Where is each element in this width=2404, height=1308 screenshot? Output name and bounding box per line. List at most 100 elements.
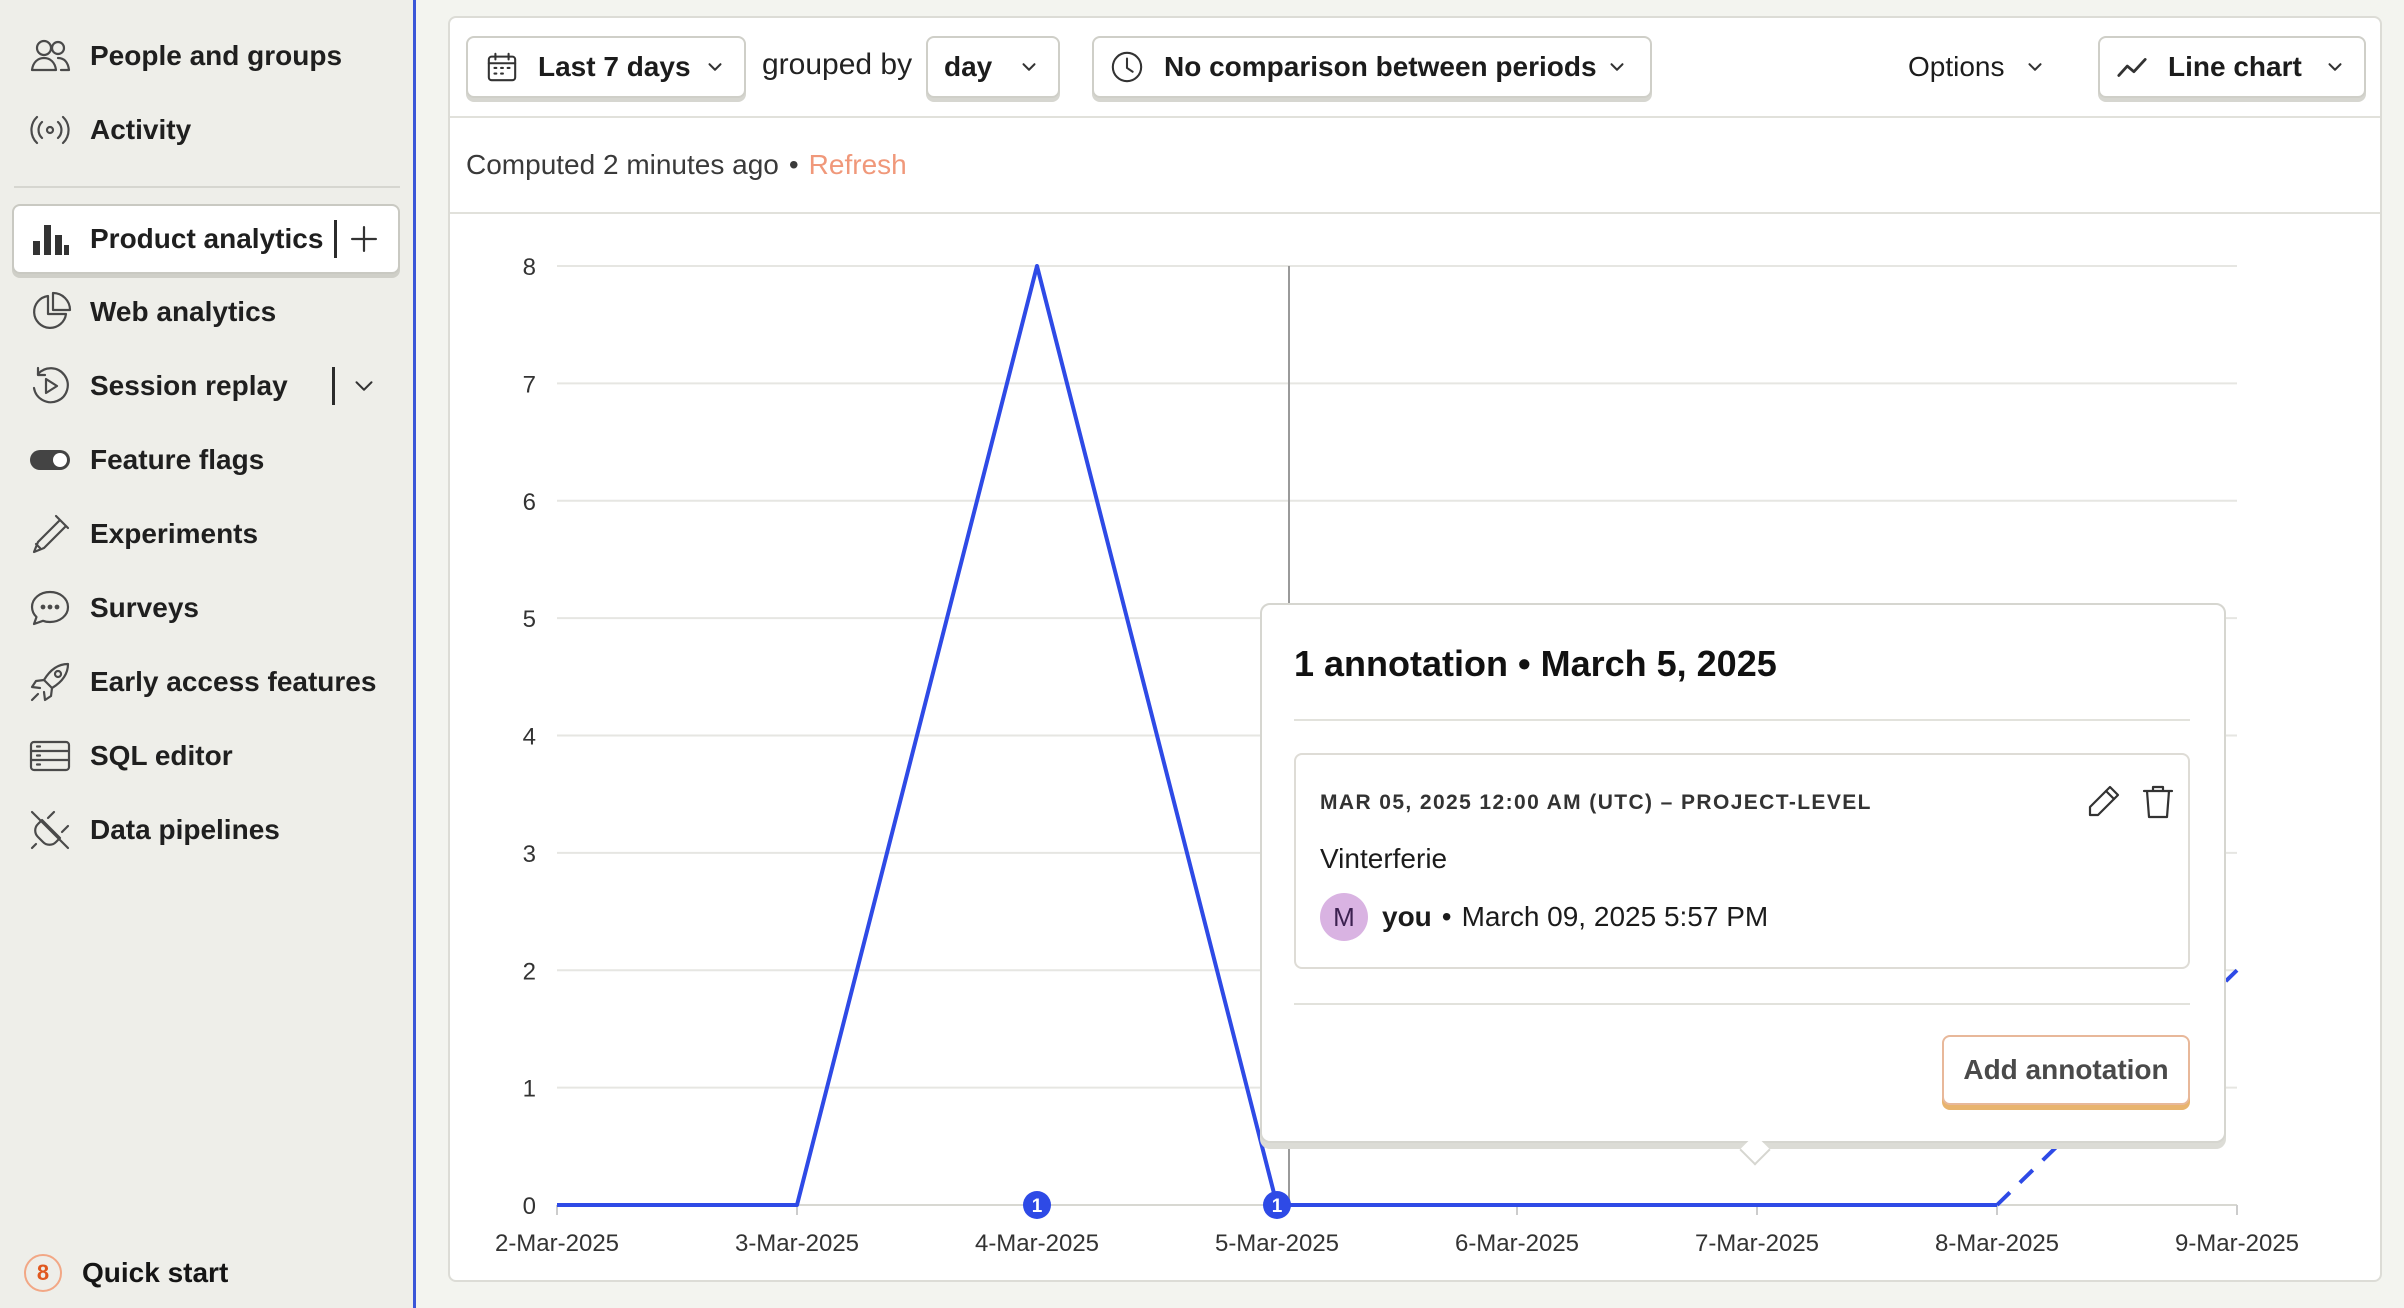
sidebar-item-label: Web analytics bbox=[90, 296, 277, 327]
chevron-down-icon bbox=[1606, 56, 1628, 78]
interval-select[interactable]: day bbox=[926, 36, 1060, 98]
quick-start-button[interactable]: 8 Quick start bbox=[24, 1254, 228, 1292]
interval-label: day bbox=[944, 51, 993, 82]
chart-type-select[interactable]: Line chart bbox=[2098, 36, 2366, 98]
x-tick-label: 8-Mar-2025 bbox=[1935, 1230, 2059, 1257]
insight-toolbar: Last 7 days grouped by day No comparison… bbox=[450, 18, 2380, 118]
x-tick-label: 9-Mar-2025 bbox=[2175, 1230, 2299, 1257]
sidebar-item-experiments[interactable]: Experiments bbox=[14, 502, 400, 566]
y-tick-label: 7 bbox=[523, 371, 536, 398]
sidebar-item-sql-editor[interactable]: SQL editor bbox=[14, 724, 400, 788]
options-button[interactable]: Options bbox=[1890, 36, 2060, 98]
sidebar-item-early-access-features[interactable]: Early access features bbox=[14, 650, 400, 714]
annotation-text: Vinterferie bbox=[1320, 843, 1448, 874]
add-annotation-button[interactable]: Add annotation bbox=[1942, 1035, 2190, 1105]
sidebar-item-label: Session replay bbox=[90, 370, 288, 401]
toggle-icon bbox=[26, 436, 74, 484]
x-tick-label: 2-Mar-2025 bbox=[495, 1230, 619, 1257]
author-separator: • bbox=[1441, 901, 1452, 932]
y-tick-label: 6 bbox=[523, 489, 536, 516]
chat-icon bbox=[26, 584, 74, 632]
y-tick-label: 5 bbox=[523, 606, 536, 633]
rocket-icon bbox=[26, 658, 74, 706]
flask-icon bbox=[26, 510, 74, 558]
sidebar-item-label: Activity bbox=[90, 114, 192, 145]
refresh-link[interactable]: Refresh bbox=[809, 149, 907, 181]
computed-status: Computed 2 minutes ago • Refresh bbox=[450, 118, 2380, 214]
sidebar-item-label: SQL editor bbox=[90, 740, 233, 771]
comparison-select[interactable]: No comparison between periods bbox=[1092, 36, 1652, 98]
x-tick-label: 4-Mar-2025 bbox=[975, 1230, 1099, 1257]
bar-chart-icon bbox=[26, 215, 74, 263]
annotation-popover: 1 annotation • March 5, 2025 MAR 05, 202… bbox=[1260, 603, 2226, 1166]
annotation-author: you bbox=[1382, 901, 1432, 932]
calendar-icon bbox=[486, 51, 518, 83]
computed-time: Computed 2 minutes ago bbox=[466, 149, 779, 180]
sidebar-item-label: Product analytics bbox=[90, 223, 324, 254]
sidebar-item-label: Feature flags bbox=[90, 444, 265, 475]
chevron-down-icon[interactable] bbox=[344, 366, 384, 406]
insight-card: Last 7 days grouped by day No comparison… bbox=[448, 16, 2382, 1282]
sidebar-item-surveys[interactable]: Surveys bbox=[14, 576, 400, 640]
sidebar-item-activity[interactable]: Activity bbox=[14, 98, 400, 162]
avatar: M bbox=[1320, 893, 1368, 941]
quick-start-count-badge: 8 bbox=[24, 1254, 62, 1292]
annotation-meta: MAR 05, 2025 12:00 AM (UTC) – PROJECT-LE… bbox=[1320, 791, 1872, 814]
sidebar-item-session-replay[interactable]: Session replay bbox=[14, 354, 400, 418]
status-separator: • bbox=[788, 149, 799, 180]
add-insight-button[interactable] bbox=[344, 219, 384, 259]
chevron-down-icon bbox=[2024, 56, 2046, 78]
sidebar-item-product-analytics[interactable]: Product analytics bbox=[12, 204, 400, 274]
x-tick-label: 5-Mar-2025 bbox=[1215, 1230, 1339, 1257]
divider bbox=[1294, 1003, 2190, 1005]
date-range-select[interactable]: Last 7 days bbox=[466, 36, 746, 98]
annotation-created-date: March 09, 2025 5:57 PM bbox=[1461, 901, 1769, 932]
activity-icon bbox=[26, 106, 74, 154]
y-tick-label: 8 bbox=[523, 254, 536, 281]
divider bbox=[1294, 719, 2190, 721]
sidebar-item-web-analytics[interactable]: Web analytics bbox=[14, 280, 400, 344]
sidebar-item-people-and-groups[interactable]: People and groups bbox=[14, 24, 400, 88]
pie-chart-icon bbox=[26, 288, 74, 336]
sidebar-divider bbox=[14, 186, 400, 188]
database-icon bbox=[26, 732, 74, 780]
x-tick-label: 6-Mar-2025 bbox=[1455, 1230, 1579, 1257]
clock-icon bbox=[1110, 50, 1144, 84]
separator bbox=[334, 220, 337, 258]
chart-type-label: Line chart bbox=[2168, 51, 2302, 82]
sidebar-item-feature-flags[interactable]: Feature flags bbox=[14, 428, 400, 492]
sidebar: People and groups Activity Product analy… bbox=[0, 0, 416, 1308]
replay-icon bbox=[26, 362, 74, 410]
popover-title: 1 annotation • March 5, 2025 bbox=[1294, 643, 1777, 684]
y-tick-label: 3 bbox=[523, 841, 536, 868]
grouped-by-label: grouped by bbox=[762, 48, 913, 81]
plug-icon bbox=[26, 806, 74, 854]
y-tick-label: 1 bbox=[523, 1076, 536, 1103]
y-tick-label: 2 bbox=[523, 958, 536, 985]
annotation-marker-count: 1 bbox=[1272, 1196, 1283, 1217]
y-tick-label: 0 bbox=[523, 1193, 536, 1220]
sidebar-item-data-pipelines[interactable]: Data pipelines bbox=[14, 798, 400, 862]
annotation-card: MAR 05, 2025 12:00 AM (UTC) – PROJECT-LE… bbox=[1294, 753, 2190, 969]
options-label: Options bbox=[1908, 51, 2005, 82]
sidebar-item-label: Data pipelines bbox=[90, 814, 280, 845]
comparison-label: No comparison between periods bbox=[1164, 51, 1597, 82]
separator bbox=[332, 367, 335, 405]
sidebar-item-label: People and groups bbox=[90, 40, 343, 71]
annotation-marker-count: 1 bbox=[1032, 1196, 1043, 1217]
y-tick-label: 4 bbox=[523, 724, 536, 751]
date-range-label: Last 7 days bbox=[538, 51, 691, 82]
chevron-down-icon bbox=[2324, 56, 2346, 78]
x-tick-label: 3-Mar-2025 bbox=[735, 1230, 859, 1257]
annotation-author-row: M you • March 09, 2025 5:57 PM bbox=[1320, 893, 1768, 941]
sidebar-item-label: Surveys bbox=[90, 592, 199, 623]
quick-start-label: Quick start bbox=[82, 1257, 229, 1288]
trash-icon[interactable] bbox=[2138, 781, 2178, 821]
chevron-down-icon bbox=[1018, 56, 1040, 78]
chevron-down-icon bbox=[704, 56, 726, 78]
line-chart-icon bbox=[2116, 51, 2148, 83]
edit-icon[interactable] bbox=[2084, 781, 2124, 821]
x-tick-label: 7-Mar-2025 bbox=[1695, 1230, 1819, 1257]
people-icon bbox=[26, 32, 74, 80]
sidebar-item-label: Experiments bbox=[90, 518, 259, 549]
